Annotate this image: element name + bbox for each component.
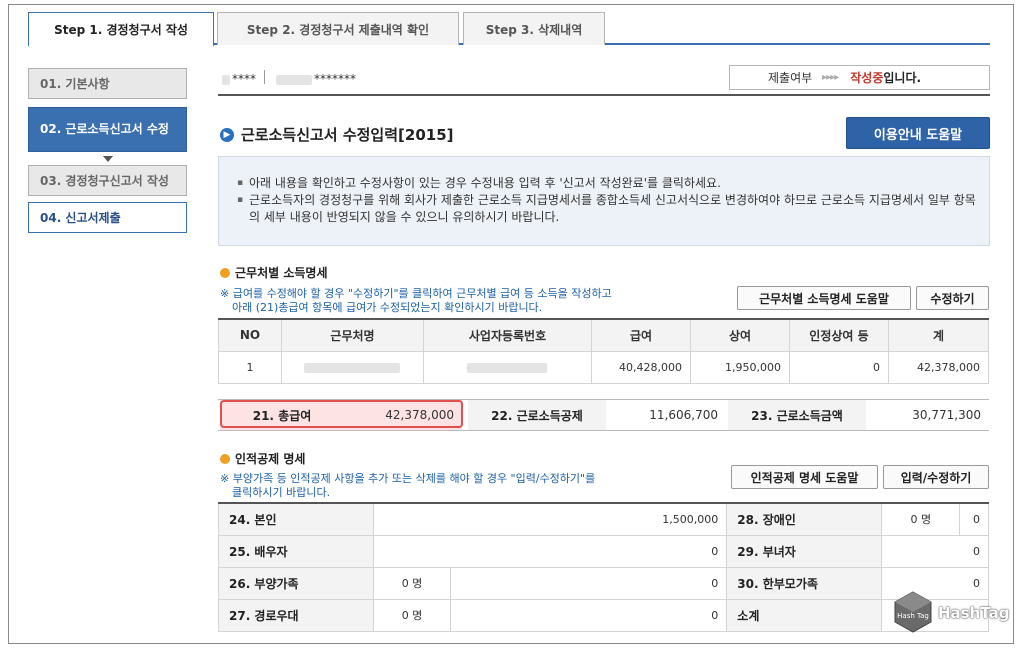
tab-step3[interactable]: Step 3. 삭제내역	[463, 12, 605, 45]
notice-item: 아래 내용을 확인하고 수정사항이 있는 경우 수정내용 입력 후 '신고서 작…	[237, 175, 977, 192]
personal-section-title: 인적공제 명세	[235, 452, 306, 466]
col-total: 계	[888, 318, 989, 352]
step-basic-info[interactable]: 01. 기본사항	[28, 68, 187, 99]
cell-no: 1	[218, 350, 282, 384]
step-tabs: Step 1. 경정청구서 작성 Step 2. 경정청구서 제출내역 확인 S…	[28, 12, 990, 47]
col-bizno: 사업자등록번호	[423, 318, 592, 352]
personal-note-line: ※ 부양가족 등 인적공제 사항을 추가 또는 삭제를 해야 할 경우 "입력/…	[220, 472, 596, 485]
earned-deduction-value: 11,606,700	[649, 408, 718, 422]
self-value: 1,500,000	[372, 502, 728, 536]
personal-help-button[interactable]: 인적공제 명세 도움말	[731, 465, 878, 489]
step-income-report-edit[interactable]: 02. 근로소득신고서 수정	[28, 107, 187, 152]
step-arrow-down-icon	[103, 156, 113, 162]
submission-status: 제출여부 ▸▸▸▸ 작성중 입니다.	[729, 65, 990, 90]
spouse-label: 25. 배우자	[218, 534, 374, 568]
cell-bonus: 1,950,000	[690, 350, 790, 384]
income-note: ※ 급여를 수정해야 할 경우 "수정하기"를 클릭하여 근무처별 급여 등 소…	[220, 287, 612, 315]
logo-text: Hash Tag	[897, 612, 929, 620]
cell-total: 42,378,000	[888, 350, 989, 384]
col-deemed-bonus: 인정상여 등	[789, 318, 889, 352]
masked-user-id: ****	[222, 72, 256, 86]
disabled-count: 0 명	[881, 502, 961, 536]
single-parent-label: 30. 한부모가족	[726, 566, 883, 600]
self-label: 24. 본인	[218, 502, 374, 536]
woman-label: 29. 부녀자	[726, 534, 883, 568]
watermark-text: HashTag	[938, 604, 1010, 622]
step-label: 02. 근로소득신고서 수정	[40, 122, 169, 136]
dependents-label: 26. 부양가족	[218, 566, 374, 600]
income-note-line: 아래 (21)총급여 항목에 급여가 수정되었는지 확인하시기 바랍니다.	[232, 301, 543, 314]
senior-label: 27. 경로우대	[218, 598, 374, 632]
woman-value: 0	[881, 534, 989, 568]
income-edit-button[interactable]: 수정하기	[916, 286, 989, 310]
table-row: 26. 부양가족 0 명 0 30. 한부모가족 0	[218, 566, 989, 600]
spouse-value: 0	[372, 534, 728, 568]
income-help-button[interactable]: 근무처별 소득명세 도움말	[737, 286, 911, 310]
cell-bizno	[423, 350, 592, 384]
personal-note-line: 클릭하시기 바랍니다.	[232, 486, 331, 499]
usage-help-button[interactable]: 이용안내 도움말	[846, 117, 990, 149]
income-note-line: ※ 급여를 수정해야 할 경우 "수정하기"를 클릭하여 근무처별 급여 등 소…	[220, 287, 612, 300]
step-claim-form[interactable]: 03. 경정청구신고서 작성	[28, 165, 187, 196]
earned-income-value: 30,771,300	[912, 408, 981, 422]
step-label: 04. 신고서제출	[40, 211, 121, 225]
table-header: NO 근무처명 사업자등록번호 급여 상여 인정상여 등 계	[218, 318, 989, 352]
col-bonus: 상여	[690, 318, 790, 352]
cell-workplace	[281, 350, 424, 384]
col-workplace: 근무처명	[281, 318, 424, 352]
notice-item: 근로소득자의 경정청구를 위해 회사가 제출한 근로소득 지급명세서를 종합소득…	[237, 192, 977, 226]
status-tail: 입니다.	[883, 71, 922, 85]
col-salary: 급여	[591, 318, 691, 352]
bullet-icon	[220, 454, 230, 464]
tab-step1[interactable]: Step 1. 경정청구서 작성	[28, 12, 214, 47]
notice-box: 아래 내용을 확인하고 수정사항이 있는 경우 수정내용 입력 후 '신고서 작…	[218, 156, 990, 246]
table-row: 27. 경로우대 0 명 0 소계	[218, 598, 989, 632]
masked-resident-number: *******	[276, 72, 356, 86]
step-label: 01. 기본사항	[40, 77, 110, 91]
senior-count: 0 명	[373, 598, 451, 632]
subtotal-label: 소계	[726, 598, 883, 632]
table-row: 24. 본인 1,500,000 28. 장애인 0 명 0	[218, 502, 989, 536]
earned-deduction-label: 22. 근로소득공제	[468, 400, 606, 430]
status-label: 제출여부	[768, 71, 813, 85]
arrows-icon: ▸▸▸▸	[822, 72, 839, 83]
cell-salary: 40,428,000	[591, 350, 691, 384]
step-label: 03. 경정청구신고서 작성	[40, 174, 169, 188]
earned-income-label: 23. 근로소득금액	[728, 400, 866, 430]
dependents-value: 0	[449, 566, 728, 600]
tab-step2[interactable]: Step 2. 경정청구서 제출내역 확인	[217, 12, 459, 45]
divider	[264, 70, 265, 84]
disabled-label: 28. 장애인	[726, 502, 883, 536]
info-bar: **** ******* 제출여부 ▸▸▸▸ 작성중 입니다.	[218, 64, 990, 96]
bullet-icon	[220, 268, 230, 278]
step-submit[interactable]: 04. 신고서제출	[28, 202, 187, 233]
table-row: 1 40,428,000 1,950,000 0 42,378,000	[218, 350, 989, 384]
disabled-value: 0	[959, 502, 989, 536]
income-section-title: 근무처별 소득명세	[235, 266, 328, 280]
hashtag-logo-icon: Hash Tag	[894, 591, 932, 633]
personal-note: ※ 부양가족 등 인적공제 사항을 추가 또는 삭제를 해야 할 경우 "입력/…	[220, 472, 595, 500]
income-table: NO 근무처명 사업자등록번호 급여 상여 인정상여 등 계 1 40,428,…	[218, 318, 989, 384]
cell-deemed-bonus: 0	[789, 350, 889, 384]
senior-value: 0	[449, 598, 728, 632]
personal-edit-button[interactable]: 입력/수정하기	[883, 465, 989, 489]
col-no: NO	[218, 318, 282, 352]
personal-deduction-table: 24. 본인 1,500,000 28. 장애인 0 명 0 25. 배우자 0…	[218, 502, 989, 632]
page-title: 근로소득신고서 수정입력[2015]	[241, 126, 454, 144]
total-salary-highlight	[220, 400, 463, 428]
status-value: 작성중	[850, 71, 884, 85]
table-row: 25. 배우자 0 29. 부녀자 0	[218, 534, 989, 568]
dependents-count: 0 명	[373, 566, 451, 600]
arrow-circle-icon: ▶	[220, 128, 234, 142]
